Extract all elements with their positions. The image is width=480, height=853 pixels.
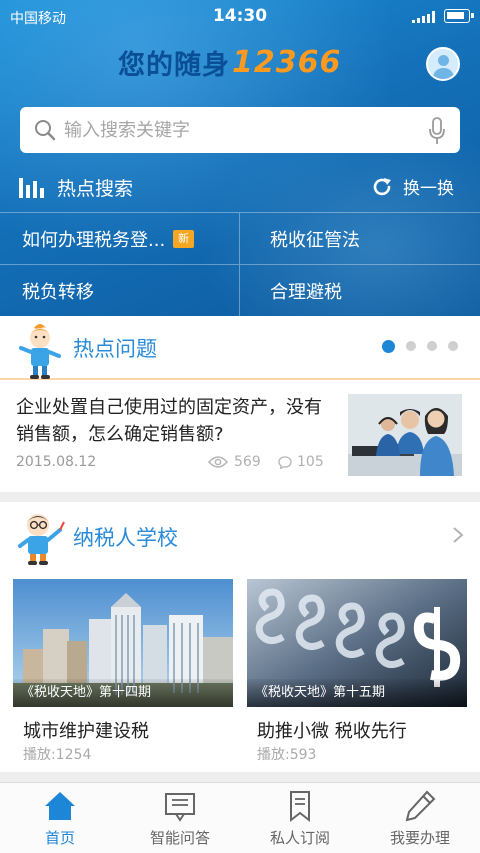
video-play-count: 播放:1254 (23, 747, 92, 763)
hot-search-item[interactable]: 税负转移 (0, 265, 240, 317)
hot-search-item-label: 税收征管法 (270, 229, 360, 251)
tab-label: 我要办理 (389, 829, 450, 847)
video-episode: 《税收天地》第十四期 (13, 679, 233, 707)
refresh-icon (373, 177, 391, 195)
home-icon (45, 792, 75, 820)
bar-chart-icon (19, 178, 44, 198)
search-bar[interactable] (20, 107, 460, 153)
tab-label: 首页 (44, 829, 75, 847)
pencil-icon (405, 790, 436, 822)
battery-icon (444, 9, 474, 23)
hot-search-item[interactable]: 如何办理税务登... 新 (0, 213, 240, 265)
hot-search-item[interactable]: 税收征管法 (240, 213, 480, 265)
hot-search-grid: 如何办理税务登... 新 税收征管法 税负转移 合理避税 (0, 212, 480, 317)
article-date: 2015.08.12 (16, 454, 97, 470)
carousel-dot[interactable] (448, 341, 458, 351)
search-input[interactable] (64, 107, 424, 153)
hot-questions-card: 热点问题 企业处置自己使用过的固定资产，没有销售额，怎么确定销售额? 2015.… (0, 316, 480, 492)
chat-board-icon (165, 793, 195, 822)
refresh-button[interactable]: 换一换 (371, 174, 454, 199)
hot-search-item-label: 如何办理税务登... (22, 229, 166, 251)
bookmark-icon (290, 791, 310, 823)
tab-label: 智能问答 (149, 829, 210, 847)
video-card[interactable]: 《税收天地》第十四期 城市维护建设税 播放:1254 (13, 579, 233, 765)
clock: 14:30 (212, 6, 268, 26)
carousel-dot-active[interactable] (382, 340, 395, 353)
user-avatar-button[interactable] (426, 47, 460, 81)
hot-search-item-label: 税负转移 (22, 282, 94, 303)
hot-questions-header: 热点问题 (0, 316, 480, 380)
microphone-icon[interactable] (428, 117, 446, 145)
tab-home[interactable]: 首页 (0, 783, 120, 853)
carousel-dot[interactable] (406, 341, 416, 351)
hot-search-header: 热点搜索 换一换 (0, 168, 480, 208)
video-episode: 《税收天地》第十五期 (247, 679, 467, 707)
hot-question-article[interactable]: 企业处置自己使用过的固定资产，没有销售额，怎么确定销售额? 2015.08.12… (0, 382, 480, 492)
video-title: 助推小微 税收先行 (257, 721, 407, 742)
carousel-indicator (371, 340, 458, 353)
carousel-dot[interactable] (427, 341, 437, 351)
views-count: 569 (234, 454, 261, 470)
hot-questions-title: 热点问题 (73, 337, 157, 361)
taxpayer-school-header[interactable]: 纳税人学校 (0, 502, 480, 572)
tab-smart-qa[interactable]: 智能问答 (120, 783, 240, 853)
search-icon (35, 120, 56, 141)
tab-services[interactable]: 我要办理 (360, 783, 480, 853)
video-title: 城市维护建设税 (23, 721, 149, 742)
comment-icon (278, 455, 292, 469)
chevron-right-icon[interactable] (452, 526, 464, 544)
tab-label: 私人订阅 (269, 829, 330, 847)
article-comments: 105 (278, 454, 324, 470)
video-play-count: 播放:593 (257, 747, 317, 763)
taxpayer-school-card: 纳税人学校 《税收天地》第十四期 城市维护建设税 播放:1254 《税收天地》第… (0, 502, 480, 772)
refresh-label: 换一换 (403, 179, 454, 199)
status-bar: 中国移动 14:30 (0, 0, 480, 34)
eye-icon (208, 456, 228, 468)
mascot-icon (19, 324, 61, 379)
bottom-tab-bar: 首页 智能问答 私人订阅 我要办理 (0, 782, 480, 853)
app-title: 您的随身 12366 (118, 42, 341, 82)
app-title-number: 12366 (232, 44, 342, 80)
tab-subscriptions[interactable]: 私人订阅 (240, 783, 360, 853)
hot-search-item-label: 合理避税 (270, 282, 342, 303)
hot-search-item[interactable]: 合理避税 (240, 265, 480, 317)
article-thumbnail (348, 394, 462, 476)
signal-icon (412, 11, 436, 23)
hot-search-label: 热点搜索 (57, 178, 134, 200)
video-card[interactable]: 《税收天地》第十五期 助推小微 税收先行 播放:593 (247, 579, 467, 765)
new-badge: 新 (173, 229, 195, 248)
comments-count: 105 (297, 454, 324, 470)
taxpayer-school-title: 纳税人学校 (73, 526, 178, 550)
teacher-mascot-icon (18, 514, 65, 565)
app-title-text: 您的随身 (118, 49, 230, 81)
article-views: 569 (208, 454, 261, 470)
article-headline: 企业处置自己使用过的固定资产，没有销售额，怎么确定销售额? (16, 397, 322, 445)
